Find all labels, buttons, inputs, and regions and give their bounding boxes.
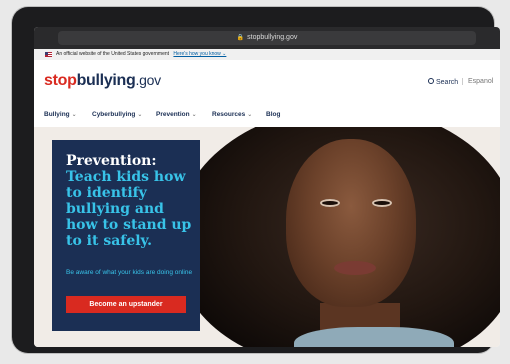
url-text: stopbullying.gov bbox=[247, 34, 298, 41]
logo-gov: .gov bbox=[135, 72, 162, 88]
hero-photo-lips bbox=[334, 261, 376, 275]
lock-icon: 🔒 bbox=[236, 35, 245, 41]
hero-photo-eye bbox=[320, 199, 340, 207]
hero-section: Prevention: Teach kids how to identify b… bbox=[34, 127, 500, 347]
us-flag-icon bbox=[45, 52, 52, 57]
gov-banner-text-wrap: An official website of the United States… bbox=[56, 49, 226, 60]
site-header: stopbullying.gov Search Espanol bbox=[34, 60, 500, 102]
chevron-down-icon: ⌄ bbox=[71, 112, 77, 118]
promo-title-highlight: Teach kids how to identify bullying and … bbox=[66, 169, 192, 249]
nav-item-prevention[interactable]: Prevention ⌄ bbox=[156, 111, 197, 118]
search-button[interactable]: Search bbox=[428, 78, 458, 86]
nav-label: Cyberbullying bbox=[92, 111, 136, 118]
prevention-promo-card: Prevention: Teach kids how to identify b… bbox=[52, 140, 200, 331]
nav-item-cyberbullying[interactable]: Cyberbullying ⌄ bbox=[92, 111, 142, 118]
main-nav: Bullying ⌄ Cyberbullying ⌄ Prevention ⌄ Res… bbox=[34, 102, 500, 128]
browser-address-bar: 🔒 stopbullying.gov bbox=[34, 27, 500, 49]
gov-banner: An official website of the United States… bbox=[34, 49, 500, 60]
hero-photo-face bbox=[286, 139, 416, 307]
nav-item-blog[interactable]: Blog bbox=[266, 111, 280, 118]
become-upstander-button[interactable]: Become an upstander bbox=[66, 296, 186, 313]
nav-item-resources[interactable]: Resources ⌄ bbox=[212, 111, 252, 118]
gov-banner-text: An official website of the United States… bbox=[56, 51, 170, 57]
browser-screen: 🔒 stopbullying.gov An official website of… bbox=[34, 27, 500, 347]
heres-how-you-know-link[interactable]: Here's how you know ⌄ bbox=[173, 51, 226, 57]
nav-label: Blog bbox=[266, 111, 281, 118]
hero-photo-shirt bbox=[294, 327, 454, 347]
search-label: Search bbox=[436, 79, 459, 86]
logo-bullying: bullying bbox=[76, 72, 136, 89]
nav-label: Prevention bbox=[156, 111, 190, 118]
logo-stop: stop bbox=[44, 72, 77, 89]
hero-photo-eye bbox=[372, 199, 392, 207]
language-toggle[interactable]: Espanol bbox=[462, 78, 493, 85]
site-logo[interactable]: stopbullying.gov bbox=[44, 72, 161, 90]
search-icon bbox=[428, 78, 434, 84]
url-field[interactable]: 🔒 stopbullying.gov bbox=[58, 31, 476, 45]
promo-title: Prevention: bbox=[66, 153, 157, 169]
tablet-frame: 🔒 stopbullying.gov An official website of… bbox=[12, 7, 500, 353]
nav-label: Bullying bbox=[44, 111, 70, 118]
nav-label: Resources bbox=[212, 111, 246, 118]
chevron-down-icon: ⌄ bbox=[247, 112, 253, 118]
chevron-down-icon: ⌄ bbox=[137, 112, 143, 118]
nav-item-bullying[interactable]: Bullying ⌄ bbox=[44, 111, 77, 118]
promo-subtitle-link[interactable]: Be aware of what your kids are doing onl… bbox=[66, 268, 194, 277]
chevron-down-icon: ⌄ bbox=[191, 112, 197, 118]
